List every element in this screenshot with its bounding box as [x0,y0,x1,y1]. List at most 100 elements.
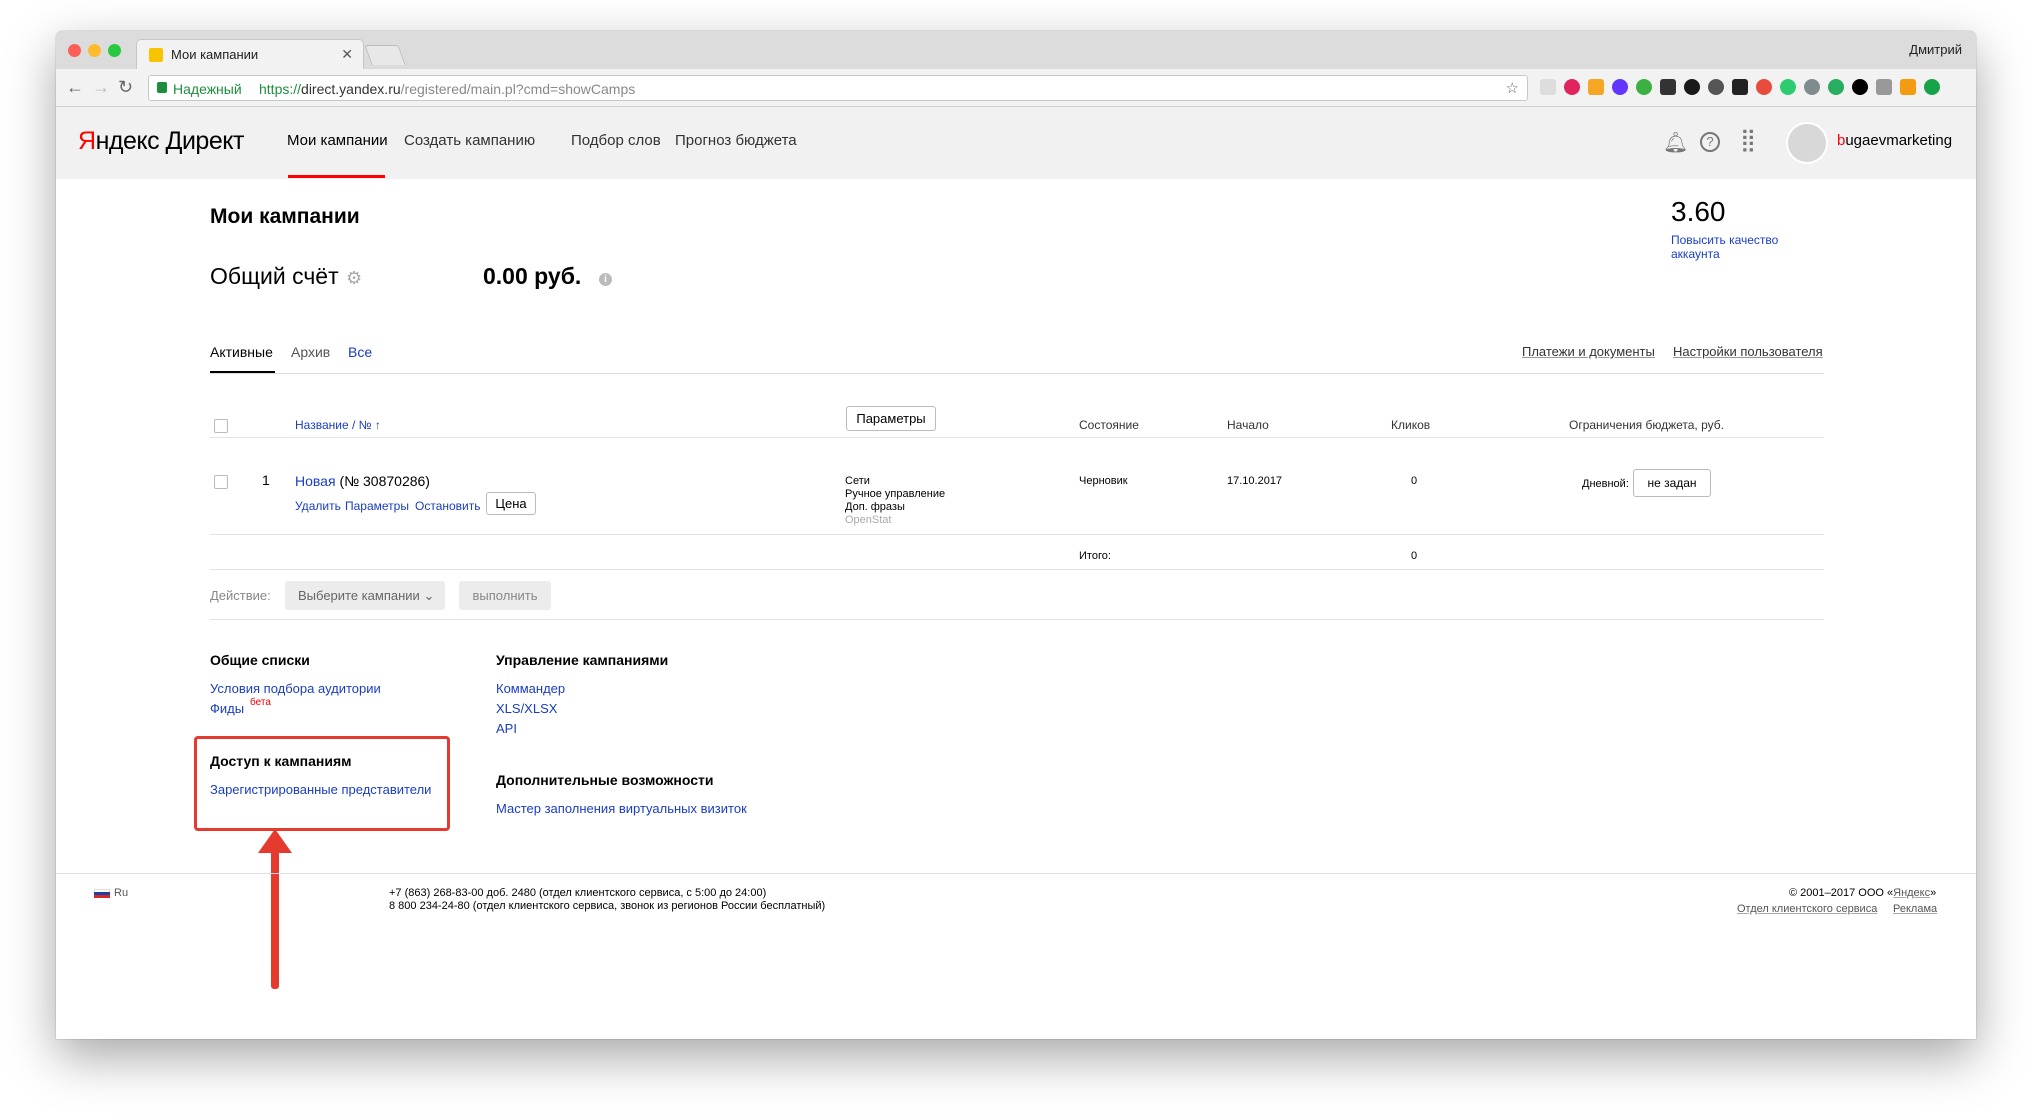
row-index: 1 [262,472,270,488]
reload-icon[interactable]: ↻ [118,77,133,98]
extension-icon[interactable] [1660,79,1676,95]
language-switch[interactable]: Ru [114,886,128,900]
browser-tab[interactable]: Мои кампании ✕ [136,39,364,70]
row-checkbox[interactable] [214,475,228,489]
improve-quality-link[interactable]: Повысить качество аккаунта [1671,233,1811,261]
budget-daily-label: Дневной: [1582,478,1629,490]
extension-icon[interactable] [1540,79,1556,95]
tabs-divider [210,373,1824,374]
forward-icon[interactable]: → [92,77,110,98]
select-all-checkbox[interactable] [214,419,228,433]
extension-icon[interactable] [1924,79,1940,95]
user-settings-link[interactable]: Настройки пользователя [1673,344,1823,359]
gear-icon[interactable]: ⚙ [346,268,362,289]
copyright-text: © 2001–2017 ООО « [1789,887,1894,899]
support-phone-1: +7 (863) 268-83-00 доб. 2480 (отдел клие… [389,887,767,899]
extension-icon[interactable] [1636,79,1652,95]
new-tab-button[interactable] [364,45,406,65]
tab-all[interactable]: Все [348,344,372,360]
advertising-link[interactable]: Реклама [1893,902,1937,916]
parameters-button[interactable]: Параметры [846,406,936,431]
extension-icon[interactable] [1900,79,1916,95]
avatar[interactable] [1786,122,1828,164]
account-rating: 3.60 [1671,196,1726,227]
secure-label: Надежный [173,81,242,97]
action-label: Действие: [210,588,271,603]
delete-campaign-link[interactable]: Удалить [295,499,341,513]
copyright: © 2001–2017 ООО «Яндекс» [1789,886,1936,900]
extension-icon[interactable] [1780,79,1796,95]
audience-conditions-link[interactable]: Условия подбора аудитории [210,681,381,696]
yandex-direct-logo[interactable]: Яндекс Директ [78,127,244,156]
close-window-button[interactable] [68,44,81,57]
username[interactable]: bugaevmarketing [1837,132,1952,149]
bell-icon[interactable]: 🔔︎ [1663,130,1688,155]
apps-grid-icon[interactable]: ⣿ [1740,127,1756,153]
url-scheme: https:// [259,81,302,97]
feeds-link[interactable]: Фиды [210,701,244,716]
param-extra-phrases: Доп. фразы [845,501,905,513]
nav-word-selection[interactable]: Подбор слов [571,132,661,149]
nav-active-indicator [288,175,385,178]
address-bar[interactable]: Надежный https://direct.yandex.ru/regist… [148,75,1528,101]
vcard-wizard-link[interactable]: Мастер заполнения виртуальных визиток [496,801,747,816]
info-icon[interactable]: i [599,273,612,286]
chevron-down-icon: ⌄ [423,588,435,603]
extension-icon[interactable] [1804,79,1820,95]
tab-active[interactable]: Активные [210,344,273,360]
select-campaigns-dropdown[interactable]: Выберите кампании ⌄ [285,581,445,610]
back-icon[interactable]: ← [66,77,84,98]
extension-icon[interactable] [1756,79,1772,95]
table-header-divider [210,437,1824,438]
campaign-params-link[interactable]: Параметры [345,499,409,513]
stop-campaign-link[interactable]: Остановить [415,499,481,513]
logo-text: ндекс Директ [95,127,245,155]
username-rest: ugaevmarketing [1845,132,1953,149]
price-button[interactable]: Цена [486,492,536,515]
run-action-button[interactable]: выполнить [459,581,551,610]
common-lists-title: Общие списки [210,652,310,668]
campaign-name: Новая (№ 30870286) [295,473,430,489]
yandex-direct-favicon-icon [149,48,163,62]
commander-link[interactable]: Коммандер [496,681,565,696]
payments-documents-link[interactable]: Платежи и документы [1522,344,1655,359]
extension-icon[interactable] [1828,79,1844,95]
column-header-clicks: Кликов [1391,418,1431,432]
column-header-name[interactable]: Название / № ↑ [295,418,381,432]
page-title: Мои кампании [210,205,360,228]
nav-budget-forecast[interactable]: Прогноз бюджета [675,132,797,149]
extension-icon[interactable] [1588,79,1604,95]
campaign-state: Черновик [1079,475,1128,487]
extension-icon[interactable] [1564,79,1580,95]
extension-icon[interactable] [1852,79,1868,95]
extension-icon[interactable] [1612,79,1628,95]
russia-flag-icon [94,889,110,898]
extension-icon[interactable] [1684,79,1700,95]
maximize-window-button[interactable] [108,44,121,57]
extra-features-title: Дополнительные возможности [496,772,714,788]
tab-archive[interactable]: Архив [291,344,330,360]
minimize-window-button[interactable] [88,44,101,57]
campaign-number: (№ 30870286) [339,473,430,489]
extension-icon[interactable] [1876,79,1892,95]
tab-title: Мои кампании [171,47,259,62]
client-service-link[interactable]: Отдел клиентского сервиса [1737,902,1877,916]
bookmark-star-icon[interactable]: ☆ [1506,79,1519,97]
yandex-link[interactable]: Яндекс [1893,887,1930,899]
site-header: Яндекс Директ Мои кампании Создать кампа… [56,107,1976,179]
campaign-name-link[interactable]: Новая [295,473,336,489]
browser-profile-name[interactable]: Дмитрий [1909,42,1962,57]
tab-close-icon[interactable]: ✕ [341,46,353,63]
account-balance: 0.00 руб. [483,263,582,289]
nav-create-campaign[interactable]: Создать кампанию [404,132,535,149]
actions-divider [210,619,1824,620]
extension-icon[interactable] [1732,79,1748,95]
budget-daily-button[interactable]: не задан [1633,469,1711,497]
param-networks: Сети [845,475,870,487]
help-icon[interactable]: ? [1700,132,1720,152]
api-link[interactable]: API [496,721,517,736]
url-path: /registered/main.pl?cmd=showCamps [400,81,636,97]
xls-xlsx-link[interactable]: XLS/XLSX [496,701,557,716]
nav-my-campaigns[interactable]: Мои кампании [287,132,388,149]
extension-icon[interactable] [1708,79,1724,95]
